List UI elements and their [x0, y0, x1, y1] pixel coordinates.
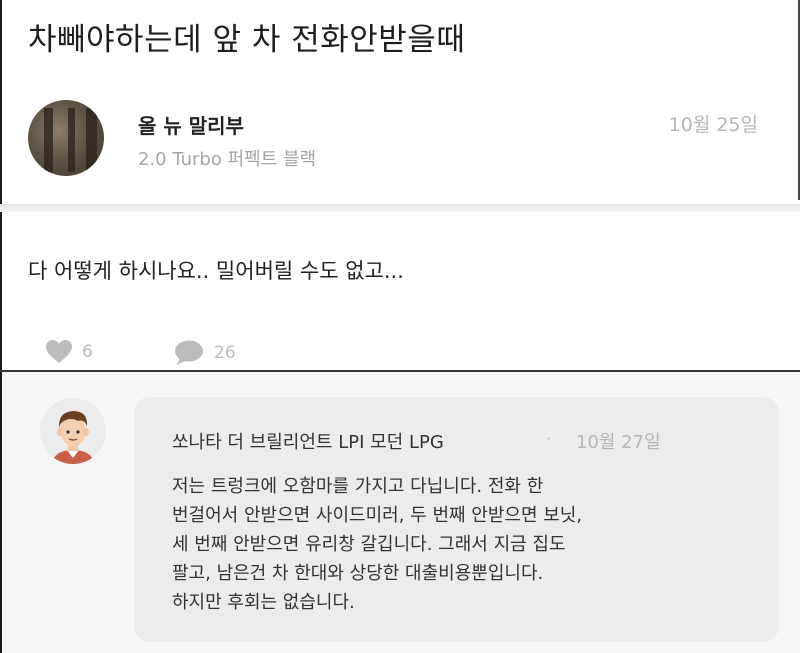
- section-divider: [0, 204, 800, 212]
- author-car-model: 2.0 Turbo 퍼펙트 블랙: [138, 149, 317, 170]
- like-count: 6: [82, 342, 93, 362]
- author-avatar[interactable]: [28, 100, 104, 176]
- speech-bubble-icon: [174, 340, 204, 366]
- comment-text: 저는 트렁크에 오함마를 가지고 다닙니다. 전화 한 번걸어서 안받으면 사이…: [172, 472, 732, 617]
- comment-line: 하지만 후회는 없습니다.: [172, 592, 355, 613]
- comment-button[interactable]: 26: [174, 340, 236, 366]
- post-date: 10월 25일: [668, 114, 758, 136]
- author-name[interactable]: 올 뉴 말리부: [138, 110, 244, 139]
- comment-line: 세 번째 안받으면 유리창 갈깁니다. 그래서 지금 집도: [172, 534, 566, 555]
- comment-date: 10월 27일: [576, 432, 661, 453]
- post-title: 차빼야하는데 앞 차 전화안받을때: [28, 22, 466, 58]
- comment-count: 26: [214, 343, 236, 363]
- comment-line: 저는 트렁크에 오함마를 가지고 다닙니다. 전화 한: [172, 476, 544, 497]
- like-button[interactable]: 6: [46, 340, 93, 364]
- heart-icon: [46, 340, 72, 364]
- commenter-avatar[interactable]: [40, 398, 106, 464]
- meta-separator: ·: [546, 429, 552, 448]
- post-body: 다 어떻게 하시나요.. 밀어버릴 수도 없고...: [28, 259, 404, 283]
- comment-line: 번걸어서 안받으면 사이드미러, 두 번째 안받으면 보닛,: [172, 505, 583, 526]
- comment-line: 팔고, 남은건 차 한대와 상당한 대출비용뿐입니다.: [172, 563, 544, 584]
- comment-author[interactable]: 쏘나타 더 브릴리언트 LPI 모던 LPG: [172, 428, 444, 454]
